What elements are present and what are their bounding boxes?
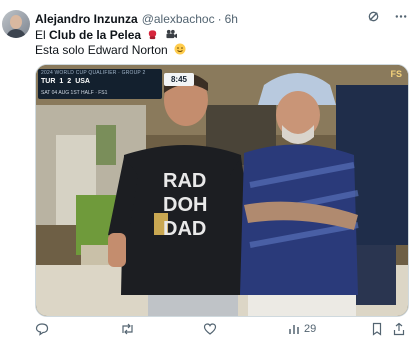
- shirt-text-3: DAD: [163, 218, 206, 240]
- bookmark-icon: [371, 322, 383, 336]
- text-bold-phrase: Club de la Pelea: [49, 28, 142, 42]
- grok-icon[interactable]: [367, 10, 380, 23]
- timestamp[interactable]: 6h: [225, 12, 238, 26]
- views-button[interactable]: 29: [288, 322, 316, 336]
- avatar-face: [10, 15, 22, 29]
- views-icon: [288, 322, 300, 336]
- like-icon: [203, 322, 217, 336]
- reply-icon: [35, 322, 49, 336]
- share-button[interactable]: [393, 322, 405, 336]
- reply-button[interactable]: [35, 322, 49, 336]
- avatar-body: [6, 29, 26, 38]
- tweet-actions: 29: [35, 322, 407, 342]
- tweet-photo[interactable]: 2024 WORLD CUP QUALIFIER · GROUP 2 TUR 1…: [35, 64, 409, 317]
- avatar[interactable]: [2, 10, 30, 38]
- separator-dot: ·: [217, 12, 222, 26]
- bookmark-button[interactable]: [371, 322, 383, 336]
- tweet-text-line-1: El Club de la Pelea: [35, 28, 178, 43]
- share-icon: [393, 322, 405, 336]
- retweet-icon: [120, 322, 135, 336]
- header-actions: [367, 10, 408, 23]
- shirt-text-1: RAD: [163, 170, 206, 192]
- movie-camera-icon: [165, 29, 178, 43]
- tweet-header: Alejandro Inzunza @alexbachoc · 6h: [35, 10, 408, 28]
- tweet-card[interactable]: Alejandro Inzunza @alexbachoc · 6h El Cl…: [0, 0, 420, 347]
- views-count: 29: [304, 323, 317, 335]
- retweet-button[interactable]: [120, 322, 135, 336]
- like-button[interactable]: [203, 322, 217, 336]
- boxing-glove-icon: [147, 29, 158, 43]
- shirt-text-2: DOH: [163, 194, 207, 216]
- display-name[interactable]: Alejandro Inzunza: [35, 12, 138, 26]
- slight-smile-icon: [174, 43, 186, 58]
- user-handle[interactable]: @alexbachoc: [142, 12, 215, 26]
- more-icon[interactable]: [394, 10, 408, 23]
- text-line-2: Esta solo Edward Norton: [35, 43, 168, 57]
- tweet-text-line-2: Esta solo Edward Norton: [35, 43, 186, 58]
- shirt-print: RAD DOH DAD: [163, 170, 207, 240]
- text-prefix: El: [35, 28, 50, 42]
